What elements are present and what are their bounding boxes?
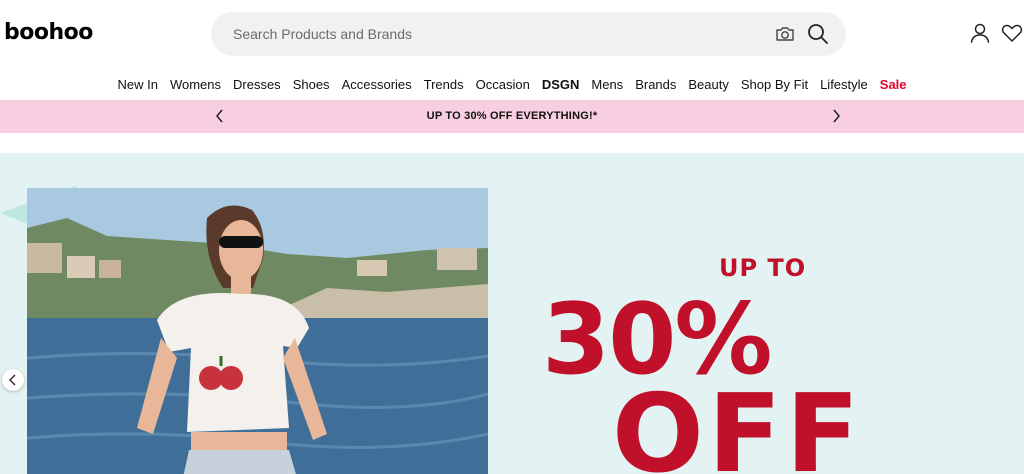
hero-headline-up-to: UP TO [719,254,807,282]
promo-next-arrow-icon[interactable] [828,108,844,124]
nav-item-brands[interactable]: Brands [629,77,682,92]
promo-prev-arrow-icon[interactable] [212,108,228,124]
nav-item-dresses[interactable]: Dresses [227,77,287,92]
hero-banner[interactable]: UP TO 30% OFF [0,153,1024,474]
wishlist-heart-icon[interactable] [1001,22,1023,44]
nav-item-beauty[interactable]: Beauty [682,77,734,92]
boohoo-logo[interactable]: boohoo [4,20,93,45]
search-input[interactable] [233,12,753,56]
nav-item-occasion[interactable]: Occasion [470,77,536,92]
promo-banner: UP TO 30% OFF EVERYTHING!* [0,100,1024,133]
chevron-left-icon [8,374,16,386]
nav-item-mens[interactable]: Mens [585,77,629,92]
nav-item-trends[interactable]: Trends [418,77,470,92]
nav-item-accessories[interactable]: Accessories [336,77,418,92]
nav-item-shop-by-fit[interactable]: Shop By Fit [735,77,814,92]
nav-item-lifestyle[interactable]: Lifestyle [814,77,874,92]
slider-prev-button[interactable] [2,369,24,391]
account-icon[interactable] [969,22,991,44]
nav-item-womens[interactable]: Womens [164,77,227,92]
camera-icon[interactable] [775,24,795,44]
hero-headline-off: OFF [612,372,864,474]
search-icon[interactable] [807,23,829,45]
hero-image[interactable] [27,188,488,474]
nav-item-sale[interactable]: Sale [874,77,913,92]
nav-item-shoes[interactable]: Shoes [287,77,336,92]
promo-text[interactable]: UP TO 30% OFF EVERYTHING!* [0,100,1024,133]
main-nav: New In Womens Dresses Shoes Accessories … [0,74,1024,94]
nav-item-dsgn[interactable]: DSGN [536,77,586,92]
search-bar [211,12,846,56]
nav-item-new-in[interactable]: New In [111,77,163,92]
